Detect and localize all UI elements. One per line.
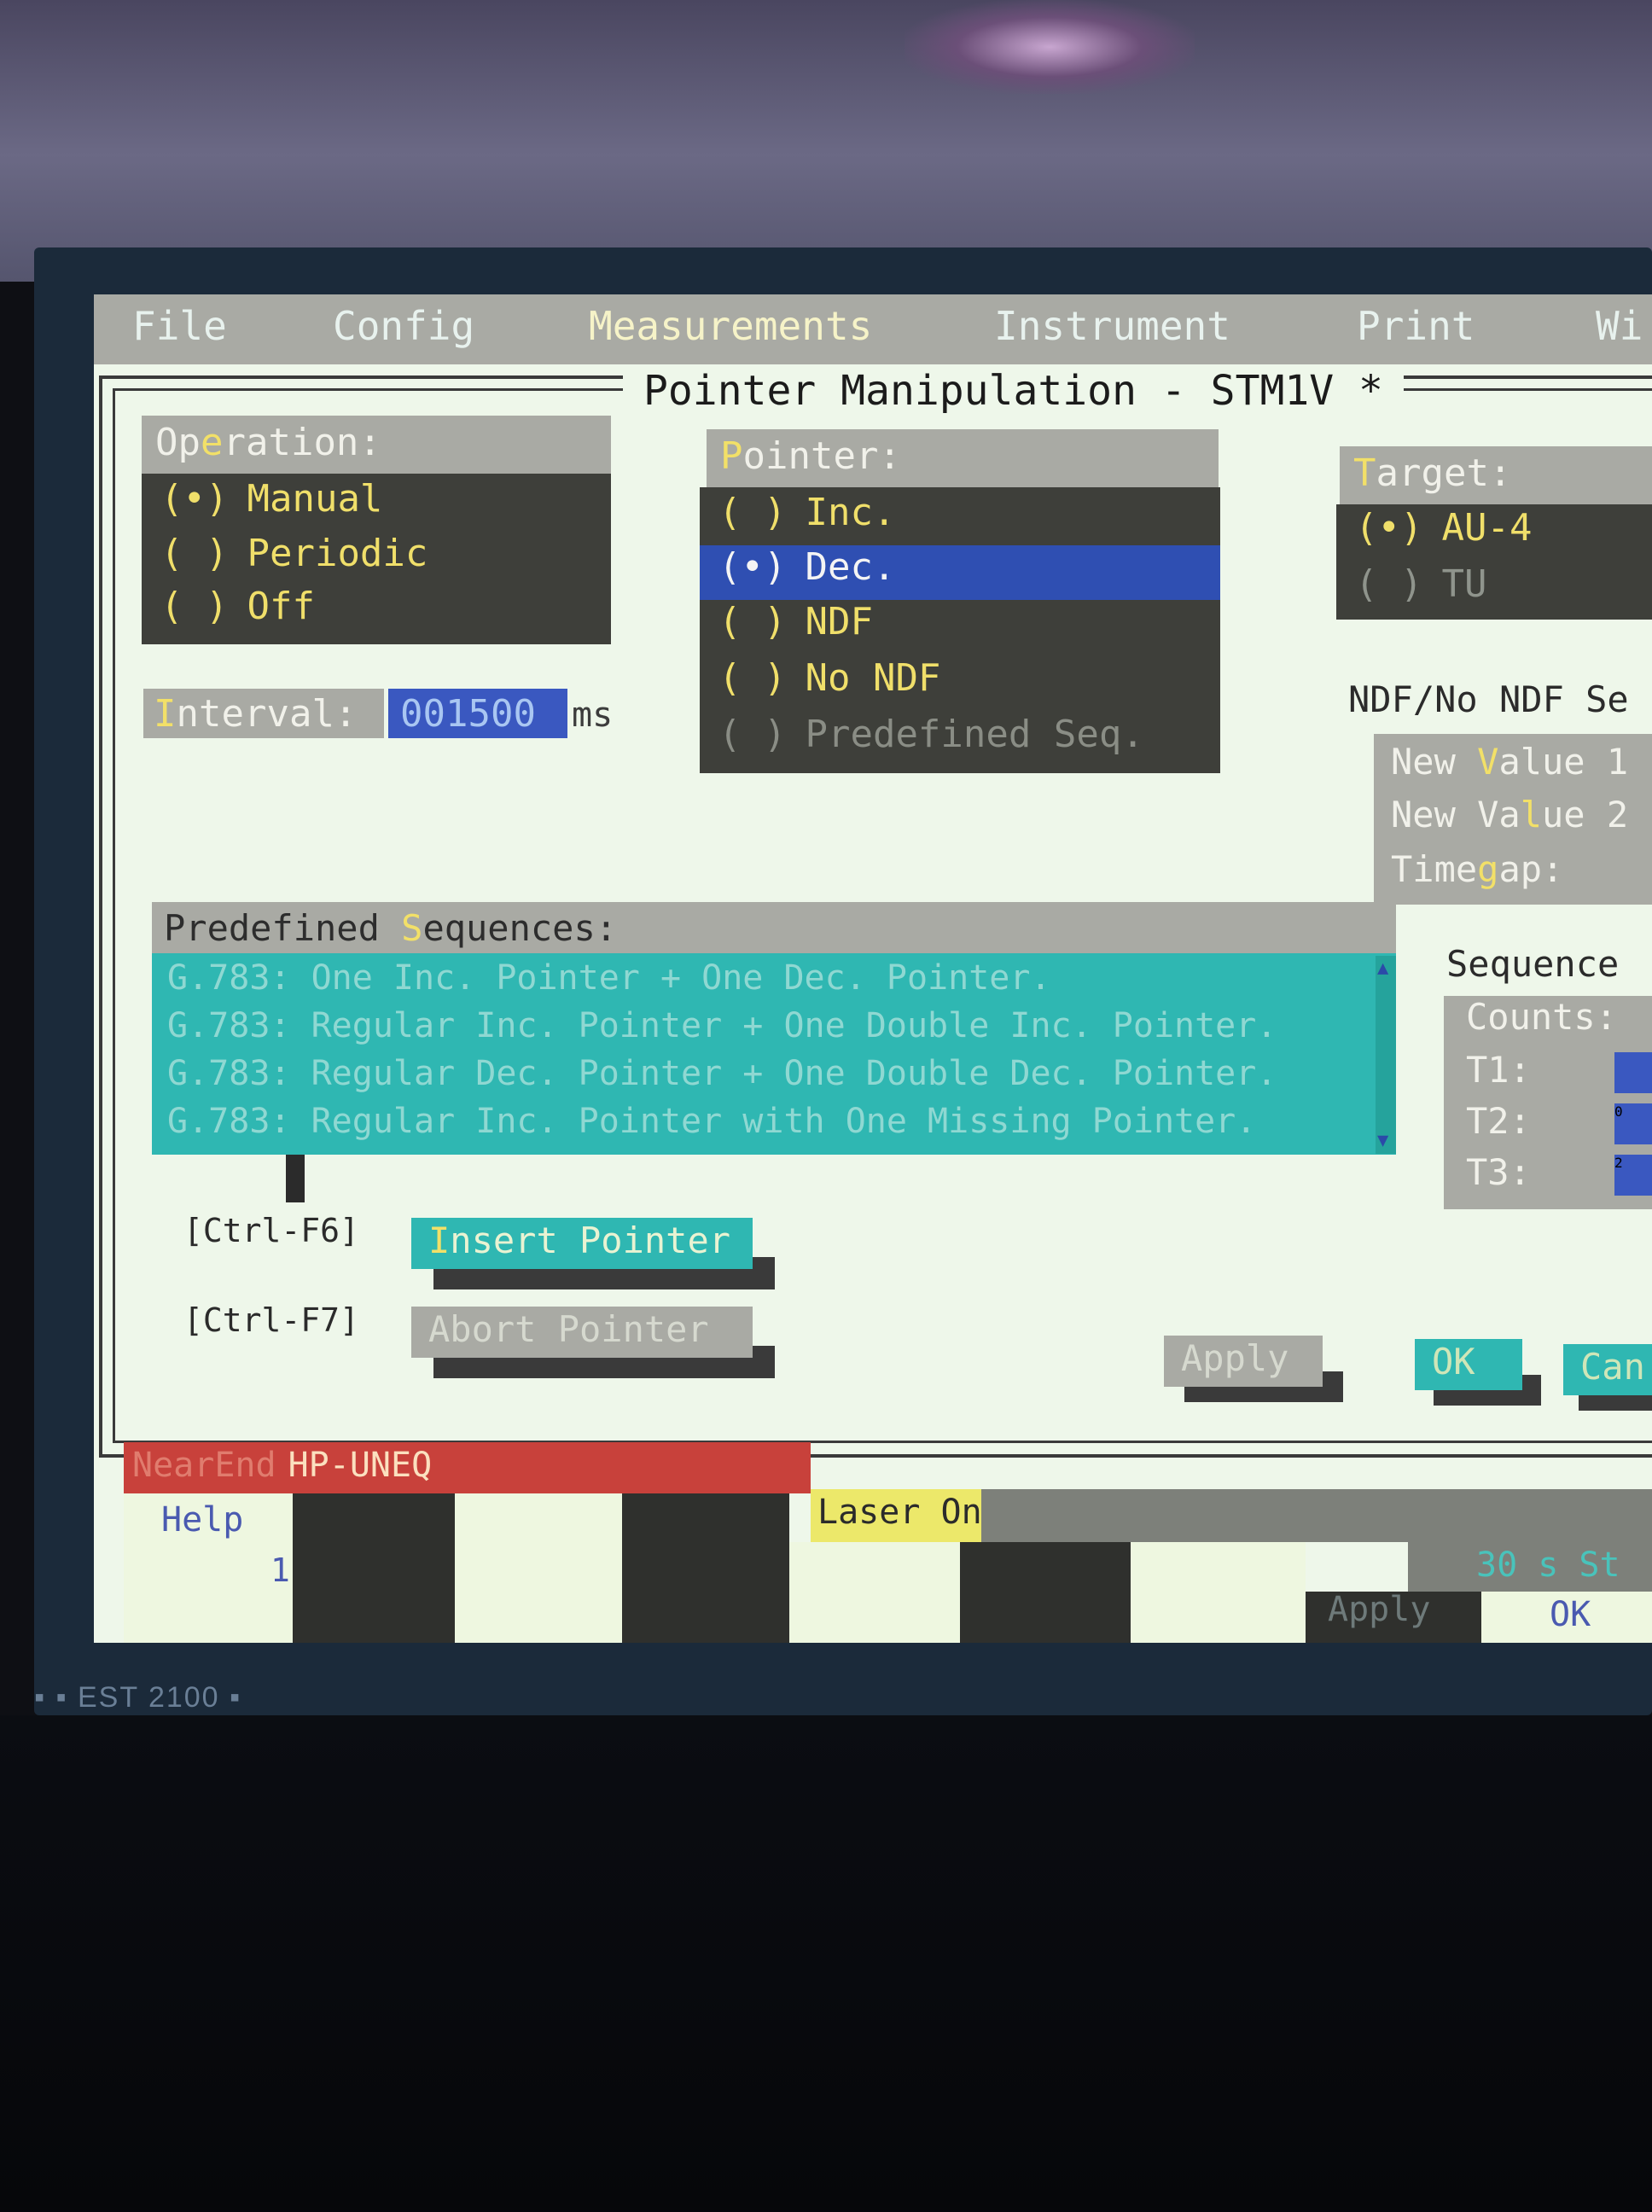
menu-config[interactable]: Config	[333, 303, 474, 349]
bezel-label: ▪ ▪ EST 2100 ▪	[34, 1681, 242, 1714]
fkey-6[interactable]	[960, 1542, 1131, 1643]
interval-unit: ms	[572, 696, 614, 735]
fkey-2[interactable]	[293, 1493, 455, 1643]
pointer-group: ( ) Inc. (•) Dec. ( ) NDF ( ) No NDF ( ) Pred…	[700, 487, 1220, 773]
abort-pointer-button[interactable]: Abort Pointer	[411, 1307, 753, 1358]
pointer-radio-ndf[interactable]: ( ) NDF	[700, 600, 1220, 655]
ok-button[interactable]: OK	[1415, 1339, 1522, 1390]
pointer-radio-predefined-seq[interactable]: ( ) Predefined Seq.	[700, 713, 1220, 767]
predefined-sequences-title: Predefined Sequences:	[152, 902, 1396, 953]
operation-radio-periodic[interactable]: ( ) Periodic	[142, 532, 611, 586]
ndf-section-label: NDF/No NDF Se	[1348, 678, 1629, 720]
ndf-new-value-2-label: New Value 2	[1391, 794, 1629, 835]
fkey-help[interactable]: Help 1	[124, 1493, 293, 1643]
menu-print[interactable]: Print	[1357, 303, 1475, 349]
timer-status: 30 s St	[1476, 1545, 1620, 1585]
insert-shortcut-label: [Ctrl-F6]	[183, 1212, 359, 1249]
nearend-label: NearEnd	[132, 1446, 276, 1485]
operation-group: (•) Manual ( ) Periodic ( ) Off	[142, 474, 611, 644]
alarm-status-bar: NearEnd HP-UNEQ	[124, 1442, 811, 1493]
fkey-5[interactable]	[789, 1542, 960, 1643]
cancel-button[interactable]: Can	[1563, 1344, 1652, 1395]
sequence-item[interactable]: G.783: One Inc. Pointer + One Dec. Point…	[167, 958, 1051, 998]
scroll-up-icon[interactable]: ▲	[1377, 958, 1388, 979]
count-t1-label: T1:	[1466, 1049, 1531, 1091]
status-bar-filler	[981, 1489, 1652, 1542]
abort-shortcut-label: [Ctrl-F7]	[183, 1301, 359, 1339]
photo-background-top	[0, 0, 1652, 282]
pointer-group-title: Pointer:	[707, 429, 1219, 487]
fkey-4[interactable]	[622, 1493, 789, 1643]
insert-pointer-button[interactable]: Insert Pointer	[411, 1218, 753, 1269]
alarm-label: HP-UNEQ	[288, 1446, 433, 1485]
target-radio-au4[interactable]: (•) AU-4	[1336, 506, 1652, 561]
count-t2-label: T2:	[1466, 1100, 1531, 1142]
ceiling-light-glare	[905, 0, 1195, 94]
sequence-item[interactable]: G.783: Regular Inc. Pointer + One Double…	[167, 1006, 1277, 1045]
interval-label: Interval:	[143, 689, 384, 738]
fkey-3[interactable]	[455, 1493, 622, 1643]
target-group: (•) AU-4 ( ) TU	[1336, 504, 1652, 620]
photo-background-bottom	[0, 1715, 1652, 2212]
fkey-apply-label: Apply	[1328, 1590, 1431, 1629]
fkey-ok[interactable]: OK	[1481, 1592, 1652, 1643]
fkey-help-number: 1	[270, 1551, 290, 1589]
menu-instrument[interactable]: Instrument	[994, 303, 1230, 349]
ndf-new-value-1-label: New Value 1	[1391, 741, 1629, 783]
ndf-settings-box: New Value 1 New Value 2 Timegap:	[1374, 734, 1652, 905]
laser-status: Laser On	[811, 1489, 982, 1542]
count-t2-input[interactable]: 0	[1614, 1103, 1652, 1144]
operation-radio-off[interactable]: ( ) Off	[142, 585, 611, 639]
sequence-section-label: Sequence	[1446, 943, 1620, 985]
pointer-radio-no-ndf[interactable]: ( ) No NDF	[700, 656, 1220, 711]
terminal-screen: File Config Measurements Instrument Prin…	[94, 294, 1652, 1643]
pointer-radio-dec[interactable]: (•) Dec.	[700, 545, 1220, 600]
count-t3-label: T3:	[1466, 1151, 1531, 1193]
fkey-ok-label: OK	[1550, 1595, 1591, 1634]
predefined-sequences-list[interactable]: G.783: One Inc. Pointer + One Dec. Point…	[152, 953, 1396, 1155]
operation-group-title: Operation:	[142, 416, 611, 474]
fkey-7[interactable]	[1131, 1542, 1306, 1643]
sequence-item[interactable]: G.783: Regular Dec. Pointer + One Double…	[167, 1054, 1277, 1093]
menu-bar: File Config Measurements Instrument Prin…	[94, 294, 1652, 364]
sequence-counts-box: Counts: T1: T2: 0 T3: 2	[1444, 996, 1652, 1209]
target-group-title: Target:	[1340, 446, 1652, 504]
operation-radio-manual[interactable]: (•) Manual	[142, 477, 611, 532]
ndf-timegap-label: Timegap:	[1391, 848, 1564, 890]
count-t3-input[interactable]: 2	[1614, 1155, 1652, 1196]
menu-file[interactable]: File	[132, 303, 227, 349]
dialog-title: Pointer Manipulation - STM1V *	[623, 367, 1404, 415]
menu-window[interactable]: Wi	[1596, 303, 1643, 349]
pointer-radio-inc[interactable]: ( ) Inc.	[700, 491, 1220, 545]
sequences-scrollbar[interactable]: ▲ ▼	[1376, 956, 1396, 1154]
fkey-help-label: Help	[161, 1500, 244, 1540]
counts-title: Counts:	[1466, 996, 1618, 1038]
count-t1-input[interactable]	[1614, 1052, 1652, 1093]
target-radio-tu[interactable]: ( ) TU	[1336, 562, 1652, 617]
interval-input[interactable]: 001500	[388, 689, 567, 738]
scroll-down-icon[interactable]: ▼	[1377, 1130, 1388, 1151]
sequence-item[interactable]: G.783: Regular Inc. Pointer with One Mis…	[167, 1102, 1256, 1141]
menu-measurements[interactable]: Measurements	[589, 303, 872, 349]
apply-button[interactable]: Apply	[1164, 1336, 1323, 1387]
text-cursor	[286, 1155, 305, 1202]
fkey-apply[interactable]: Apply	[1306, 1590, 1481, 1643]
